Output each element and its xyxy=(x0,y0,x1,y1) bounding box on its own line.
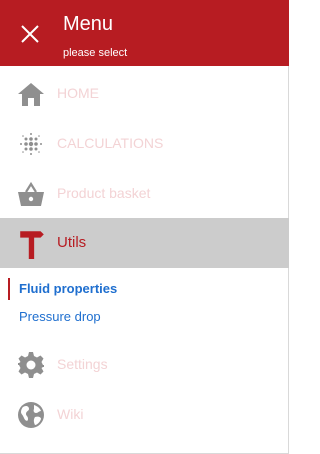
menu-item-label: HOME xyxy=(57,85,99,101)
submenu-item-pressure-drop[interactable]: Pressure drop xyxy=(8,306,101,328)
menu-header: Menu please select xyxy=(0,0,289,66)
gear-icon xyxy=(18,352,44,378)
menu-item-wiki[interactable]: Wiki xyxy=(0,389,289,439)
menu-item-calculations[interactable]: CALCULATIONS xyxy=(0,118,289,168)
menu-item-home[interactable]: HOME xyxy=(0,68,289,118)
basket-icon xyxy=(18,181,44,206)
menu-title: Menu xyxy=(63,13,114,35)
close-icon xyxy=(21,25,39,43)
menu-subtitle: please select xyxy=(63,47,128,59)
calculations-icon xyxy=(20,133,42,155)
menu-item-settings[interactable]: Settings xyxy=(0,339,289,389)
menu-item-label: CALCULATIONS xyxy=(57,135,164,151)
menu-item-label: Settings xyxy=(57,356,108,372)
home-icon xyxy=(18,83,44,106)
menu-item-product-basket[interactable]: Product basket xyxy=(0,168,289,218)
globe-icon xyxy=(18,402,44,428)
submenu-item-fluid-properties[interactable]: Fluid properties xyxy=(8,278,117,300)
menu-item-label: Product basket xyxy=(57,185,151,201)
menu-item-label: Wiki xyxy=(57,406,84,422)
menu-item-label: Utils xyxy=(57,234,87,251)
menu-item-utils[interactable]: Utils xyxy=(0,218,289,268)
navigation-drawer: Menu please select HOME CALCULATIONS Pro… xyxy=(0,0,289,454)
hammer-icon xyxy=(20,231,44,259)
close-button[interactable] xyxy=(0,0,62,66)
